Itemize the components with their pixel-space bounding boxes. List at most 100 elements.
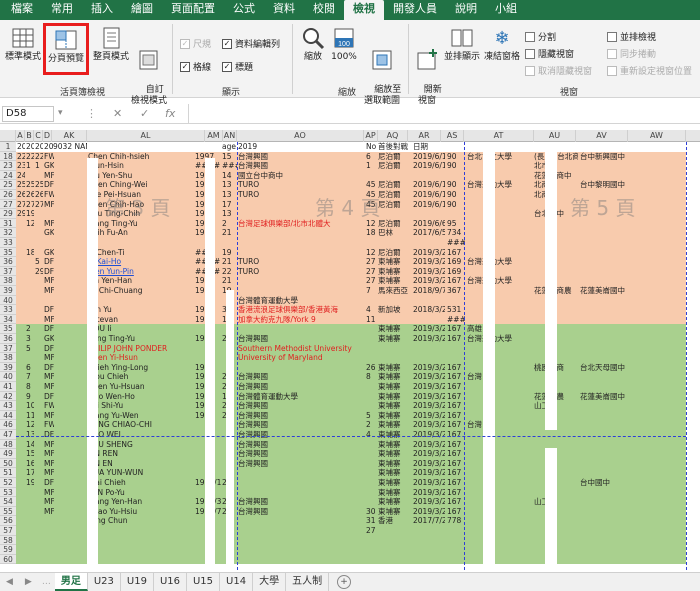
view-side-by-side-button[interactable]: 並排檢視 [607, 30, 656, 43]
cell-av[interactable]: 花蓮美崙國中 [580, 286, 640, 296]
cell-d[interactable]: DF [44, 324, 54, 334]
enter-icon[interactable]: ✓ [140, 107, 149, 120]
cell-av[interactable]: 台中新興國中 [580, 152, 640, 162]
cell-al[interactable]: Wang Yen-Han [88, 497, 204, 507]
cell-aq[interactable]: 東埔寨 [378, 411, 408, 421]
name-box-dropdown-icon[interactable]: ▾ [58, 108, 63, 118]
cell-aq[interactable]: 東埔寨 [378, 334, 408, 344]
row-number[interactable]: 46 [0, 420, 16, 430]
cell-ar[interactable]: 2019/3/26 [413, 488, 445, 498]
cell-ao[interactable]: 台灣興國 [238, 430, 364, 440]
cell-d[interactable]: MF [44, 200, 54, 210]
cell-ar[interactable]: 2019/3/26 [413, 372, 445, 382]
cell-d[interactable]: DF [44, 392, 54, 402]
cell-a[interactable]: 26 [17, 190, 25, 200]
menu-tab[interactable]: 頁面配置 [162, 0, 224, 20]
cell-al[interactable]: Tsai Chieh [88, 478, 204, 488]
gridlines-checkbox[interactable]: ✓ 格線 [180, 60, 211, 73]
cell-al[interactable]: Chao Yu-Hsiu [88, 507, 204, 517]
cell-ao[interactable]: 台灣興國 [238, 497, 364, 507]
cell-as[interactable]: 167 [447, 392, 465, 402]
cell-aq[interactable]: 尼泊爾 [378, 180, 408, 190]
cell-ap[interactable]: 2 [366, 420, 378, 430]
cell-b[interactable]: 8 [26, 382, 34, 392]
cell-b[interactable]: 19 [26, 478, 34, 488]
cell-a[interactable]: 23 [17, 161, 25, 171]
cell-b[interactable]: 27 [26, 200, 34, 210]
cell-c[interactable]: 22 [35, 152, 43, 162]
cell-ar[interactable]: 2019/3/26 [413, 363, 445, 373]
table-row[interactable]: 48 14 MF HSU SHENG 台灣興國 東埔寨 2019/3/26167 [0, 439, 700, 450]
row-number[interactable]: 27 [0, 199, 16, 210]
table-row[interactable]: 38 MF Chen Yi-Hsun University of Maryland [0, 353, 700, 363]
cell-as[interactable]: 167 [447, 382, 465, 392]
cell-as[interactable]: 734 [447, 228, 465, 238]
cell-al[interactable]: Guo Wen-Ho [88, 392, 204, 402]
table-row[interactable]: 60 [0, 554, 700, 565]
cell-d[interactable]: DF [44, 267, 54, 277]
column-header[interactable]: AK [52, 130, 87, 142]
cell-d[interactable]: DF [44, 305, 54, 315]
cell-al[interactable]: HUA YUN-WUN [88, 468, 204, 478]
row-number[interactable]: 59 [0, 545, 16, 555]
cell-ao[interactable]: 台灣興國 [238, 420, 364, 430]
cell-as[interactable]: 167 [447, 449, 465, 459]
row-number[interactable]: 51 [0, 468, 16, 478]
cell-ao[interactable]: 台灣興國 [238, 449, 364, 459]
cell-ar[interactable]: 2019/3/26 [413, 248, 445, 258]
cell-an[interactable]: 13 [222, 190, 237, 200]
cell-b[interactable]: 22 [26, 152, 34, 162]
column-header[interactable]: C [34, 130, 43, 142]
cell-as[interactable]: 167 [447, 324, 465, 334]
cell-ar[interactable]: 2019/3/26 [413, 392, 445, 402]
zoom-button[interactable]: 縮放 [298, 26, 328, 63]
cell-d[interactable]: GK [44, 248, 54, 258]
cell-aq[interactable]: 尼泊爾 [378, 248, 408, 258]
row-number[interactable]: 43 [0, 401, 16, 411]
cell-aq[interactable]: 尼泊爾 [378, 200, 408, 210]
cell-aq[interactable]: 東埔寨 [378, 420, 408, 430]
cell-d[interactable]: DF [44, 430, 54, 440]
table-row[interactable]: 32 GK Shih Fu-An 199 21 18 巴林 2017/6/5 734 [0, 228, 700, 238]
add-sheet-icon[interactable]: + [337, 575, 352, 589]
cell-ar[interactable]: 2019/3/26 [413, 507, 445, 517]
cell-ar[interactable]: 2019/3/26 [413, 411, 445, 421]
cell-at[interactable]: 高雄 [467, 324, 533, 334]
cell-ao[interactable]: 台灣興國 [238, 440, 364, 450]
cell-ao[interactable]: 台灣興國 [238, 382, 364, 392]
cell-as[interactable]: 90 [447, 152, 465, 162]
cell-ap[interactable]: 27 [366, 526, 378, 536]
menu-tab[interactable]: 資料 [264, 0, 304, 20]
cell-al[interactable]: KUO WEI [88, 430, 204, 440]
table-row[interactable]: 429DFGuo Wen-Ho19919台灣體育運動大學東埔寨2019/3/26… [0, 391, 700, 402]
cell-av[interactable]: 台中黎明國中 [580, 180, 640, 190]
cell-aq[interactable]: 新加坡 [378, 305, 408, 315]
column-header[interactable]: AR [408, 130, 441, 142]
row-number[interactable]: 36 [0, 334, 16, 344]
cell-aq[interactable]: 東埔寨 [378, 459, 408, 469]
row-number[interactable]: 40 [0, 295, 16, 306]
cell-ar[interactable]: 2019/3/26 [413, 440, 445, 450]
cell-aq[interactable]: 尼泊爾 [378, 190, 408, 200]
cell-d[interactable]: MF [44, 219, 54, 229]
table-row[interactable]: 12012012012019032 NAMEage2019No首後對戰日期 [0, 142, 700, 152]
select-all-corner[interactable] [0, 130, 16, 142]
cell-al[interactable]: FONG CHIAO-CHI [88, 420, 204, 430]
cell-b[interactable]: 25 [26, 180, 34, 190]
row-number[interactable]: 33 [0, 305, 16, 315]
cell-as[interactable]: 167 [447, 420, 465, 430]
cell-d[interactable]: MF [44, 459, 54, 469]
zoom-100-button[interactable]: 100 100% [329, 26, 359, 63]
cell-ap[interactable]: 18 [366, 228, 378, 238]
cell-al[interactable]: Yen Yu [88, 305, 204, 315]
cell-b[interactable]: 12 [26, 219, 34, 229]
cell-ar[interactable]: 2017/7/23 [413, 516, 445, 526]
row-number[interactable]: 18 [0, 151, 16, 162]
cell-d[interactable]: FW [44, 420, 54, 430]
menu-tab[interactable]: 公式 [224, 0, 264, 20]
cell-d[interactable]: GK [44, 334, 54, 344]
cell-aq[interactable]: 東埔寨 [378, 507, 408, 517]
cell-ap[interactable]: No [366, 142, 378, 152]
cell-an[interactable]: 15 [222, 152, 237, 162]
cell-at[interactable]: 台北市立大學 [467, 152, 533, 162]
